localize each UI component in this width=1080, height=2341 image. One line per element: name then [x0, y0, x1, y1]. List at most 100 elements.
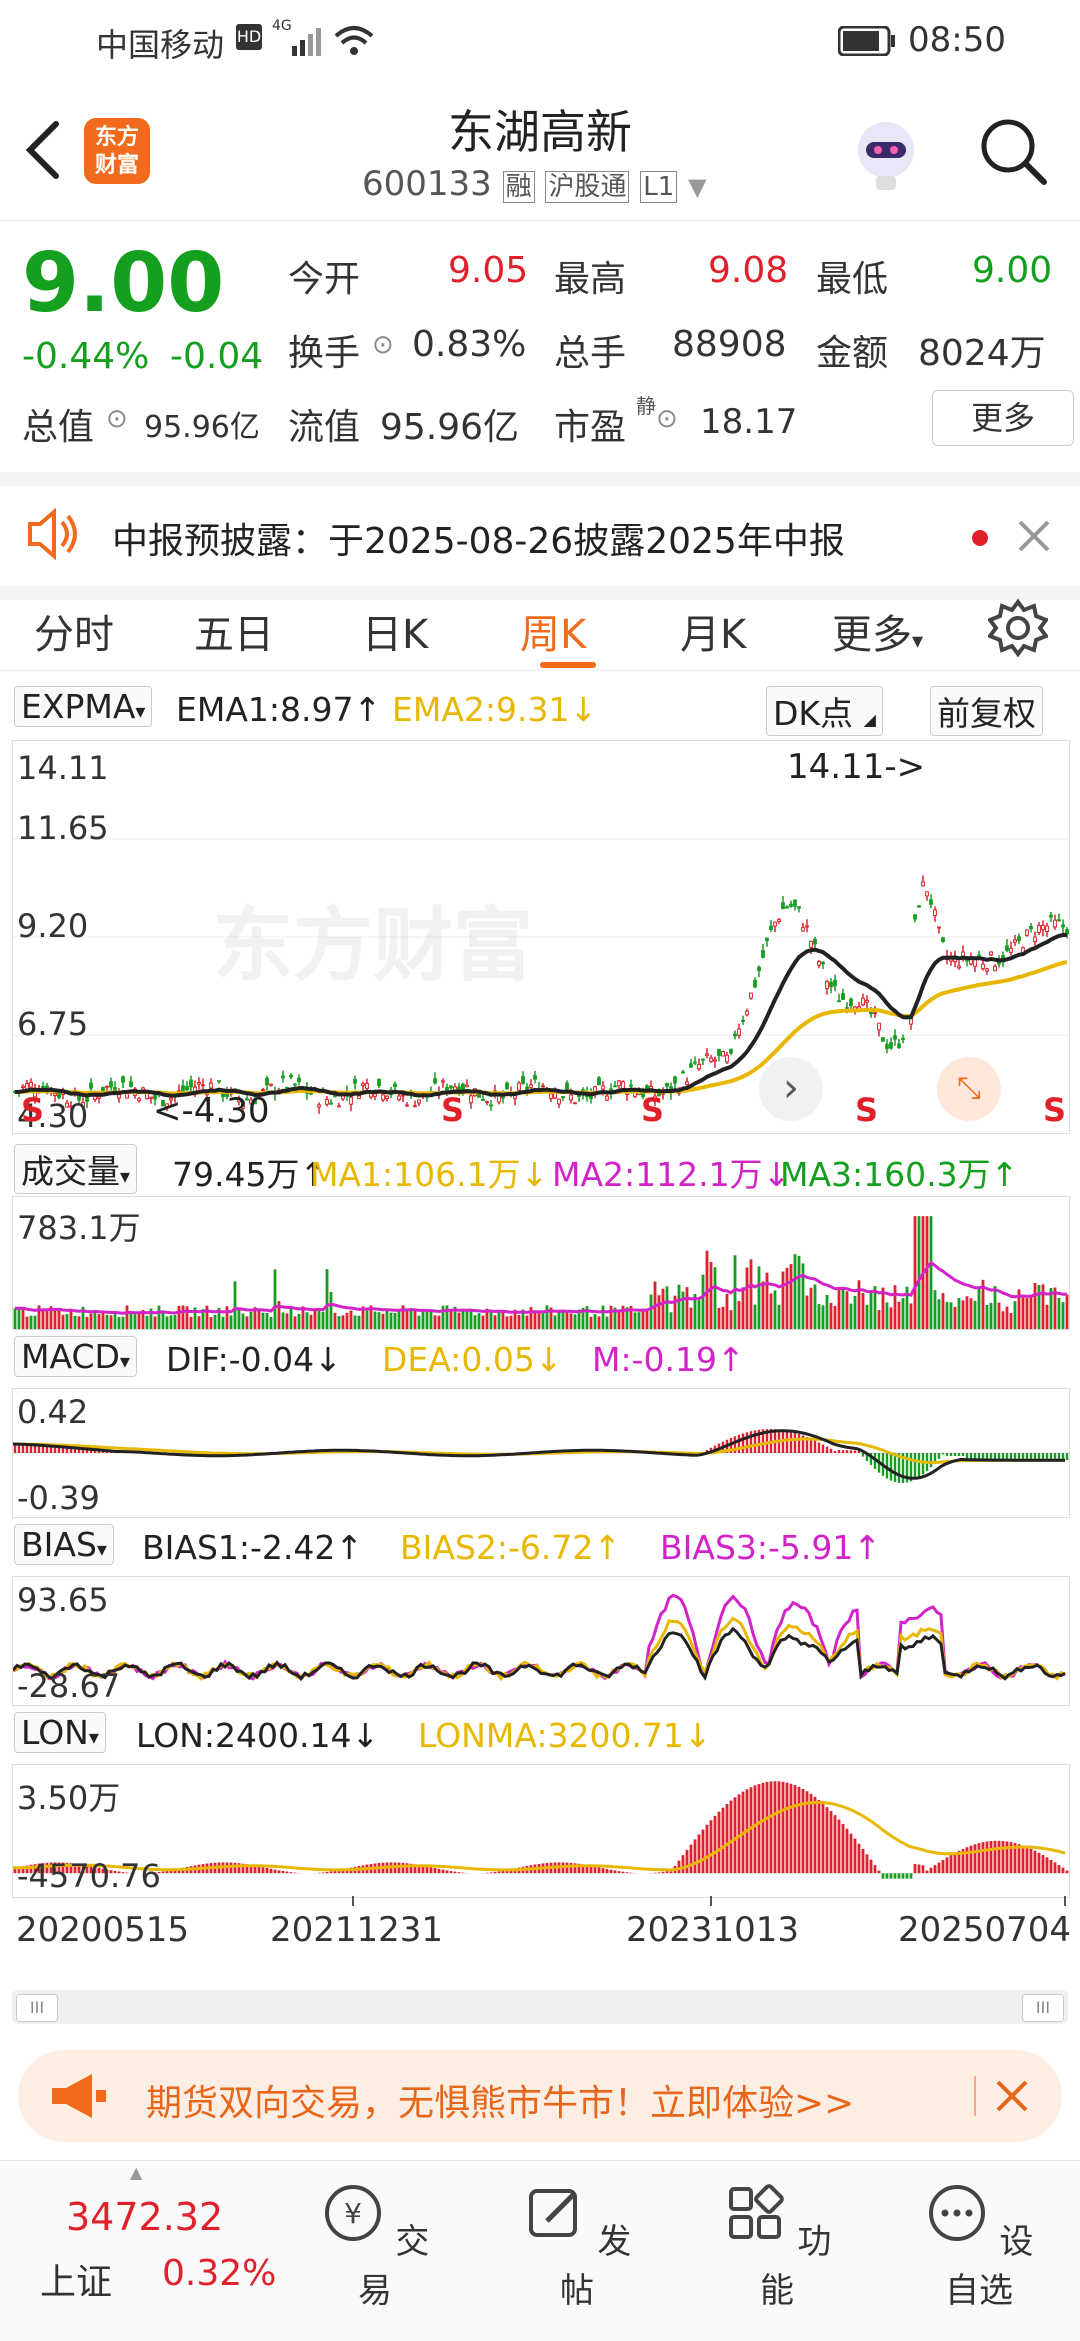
- volume-bar: [1042, 1284, 1045, 1329]
- volume-bar: [666, 1286, 669, 1329]
- tabbar-trade[interactable]: ¥ 交易: [310, 2181, 440, 2312]
- volume-bar: [606, 1317, 609, 1329]
- price-chart-svg: [13, 741, 1069, 1133]
- candle-body: [298, 1078, 301, 1081]
- volume-bar: [266, 1313, 269, 1329]
- range-scrollbar[interactable]: III III: [12, 1990, 1068, 2024]
- volume-bar: [86, 1317, 89, 1329]
- macd-bar: [66, 1448, 68, 1453]
- tab-five-day[interactable]: 五日: [194, 602, 274, 660]
- volume-bar: [610, 1306, 613, 1329]
- bias-chart[interactable]: 93.65 -28.67: [12, 1576, 1070, 1706]
- lon-bar: [938, 1863, 941, 1874]
- volume-bar: [702, 1275, 705, 1329]
- chevron-right-icon[interactable]: ›: [759, 1057, 823, 1121]
- tab-weekly-k[interactable]: 周K: [520, 602, 586, 660]
- volume-bar: [238, 1308, 241, 1329]
- bias-selector[interactable]: BIAS▾: [14, 1524, 114, 1565]
- expma-selector[interactable]: EXPMA▾: [14, 686, 152, 727]
- candle-body: [914, 915, 917, 919]
- volume-selector[interactable]: 成交量▾: [14, 1144, 137, 1194]
- candle-body: [814, 939, 817, 944]
- info-icon[interactable]: ⊙: [656, 404, 678, 434]
- range-handle-right[interactable]: III: [1022, 1994, 1064, 2022]
- volume-bar: [862, 1293, 865, 1329]
- index-change[interactable]: 0.32%: [162, 2253, 276, 2294]
- close-icon[interactable]: [1016, 518, 1052, 554]
- tabbar-watchlist[interactable]: 设自选: [914, 2181, 1044, 2312]
- candle-body: [934, 910, 937, 916]
- volume-bar: [242, 1314, 245, 1329]
- candle-body: [714, 1060, 717, 1061]
- price-axis-label: 9.20: [17, 907, 88, 945]
- index-name[interactable]: 上证: [40, 2253, 112, 2305]
- lon-bar: [854, 1839, 857, 1874]
- settings-gear-icon[interactable]: [988, 598, 1048, 658]
- lon-bar: [762, 1783, 765, 1873]
- ad-banner[interactable]: 期货双向交易，无惧熊市牛市！立即体验>>: [18, 2050, 1062, 2142]
- quote-panel: 9.00 -0.44% -0.04 今开 9.05 最高 9.08 最低 9.0…: [0, 222, 1080, 462]
- volume-bar: [858, 1280, 861, 1329]
- lon-bar: [1038, 1853, 1041, 1873]
- lon-bar: [778, 1781, 781, 1873]
- robot-assistant-icon[interactable]: [846, 114, 926, 194]
- volume-bar: [318, 1308, 321, 1329]
- dropdown-icon[interactable]: ▼: [688, 173, 706, 201]
- volume-bar: [430, 1311, 433, 1329]
- lon-bar: [626, 1872, 629, 1873]
- candle-body: [770, 926, 773, 929]
- volume-bar: [718, 1308, 721, 1329]
- more-button[interactable]: 更多: [932, 390, 1074, 446]
- candle-body: [878, 1023, 881, 1030]
- watermark: 东方财富: [213, 881, 533, 997]
- volume-bar: [366, 1308, 369, 1329]
- close-icon[interactable]: [994, 2078, 1030, 2114]
- volume-bar: [742, 1287, 745, 1329]
- candle-body: [130, 1082, 133, 1087]
- tabbar-function[interactable]: 功能: [712, 2181, 842, 2312]
- info-icon[interactable]: ⊙: [106, 404, 128, 434]
- macd-chart[interactable]: 0.42 -0.39: [12, 1388, 1070, 1518]
- volume-bar: [1062, 1302, 1065, 1329]
- adjust-button[interactable]: 前复权: [930, 686, 1043, 736]
- macd-header: MACD▾ DIF:-0.04↓ DEA:0.05↓ M:-0.19↑: [0, 1336, 1080, 1384]
- lon-bar: [618, 1871, 621, 1873]
- lon-selector[interactable]: LON▾: [14, 1712, 106, 1753]
- volume-bar: [1030, 1295, 1033, 1329]
- notice-bar[interactable]: 中报预披露：于2025-08-26披露2025年中报: [0, 472, 1080, 600]
- volume-bar: [986, 1305, 989, 1329]
- lon-bar: [1066, 1870, 1069, 1873]
- info-icon[interactable]: ⊙: [372, 330, 394, 360]
- lon-chart[interactable]: 3.50万 -4570.76: [12, 1764, 1070, 1898]
- tag-connect: 沪股通: [545, 171, 629, 203]
- tab-monthly-k[interactable]: 月K: [680, 602, 746, 660]
- amount-value: 8024万: [918, 324, 1046, 376]
- volume-bar: [990, 1303, 993, 1329]
- candle-body: [266, 1078, 269, 1084]
- index-value[interactable]: 3472.32: [66, 2195, 223, 2239]
- tab-daily-k[interactable]: 日K: [362, 602, 428, 660]
- macd-bar: [30, 1445, 32, 1453]
- search-icon[interactable]: [978, 116, 1050, 188]
- candle-body: [686, 1082, 689, 1085]
- range-handle-left[interactable]: III: [16, 1994, 58, 2022]
- volume-bar: [394, 1313, 397, 1329]
- macd-bar: [850, 1450, 852, 1453]
- sell-mark: S: [855, 1091, 878, 1129]
- tab-more[interactable]: 更多▾: [832, 602, 923, 660]
- volume-bar: [1022, 1296, 1025, 1329]
- candle-body: [122, 1077, 125, 1082]
- tabbar-post[interactable]: 发帖: [512, 2181, 642, 2312]
- candle-body: [674, 1077, 677, 1083]
- tab-minute[interactable]: 分时: [34, 602, 114, 660]
- macd-selector[interactable]: MACD▾: [14, 1336, 137, 1377]
- dk-point-button[interactable]: DK点 ◢: [766, 686, 883, 736]
- volume-chart[interactable]: 783.1万: [12, 1196, 1070, 1330]
- candle-body: [326, 1099, 329, 1104]
- date-label: 20250704: [898, 1910, 1071, 1950]
- volume-bar: [838, 1287, 841, 1329]
- price-chart[interactable]: 东方财富 14.11 11.65 9.20 6.75 4.30 14.11-> …: [12, 740, 1070, 1134]
- macd-bar: [862, 1453, 864, 1457]
- volume-bar: [102, 1313, 105, 1329]
- expand-icon[interactable]: ⤡: [937, 1057, 1001, 1121]
